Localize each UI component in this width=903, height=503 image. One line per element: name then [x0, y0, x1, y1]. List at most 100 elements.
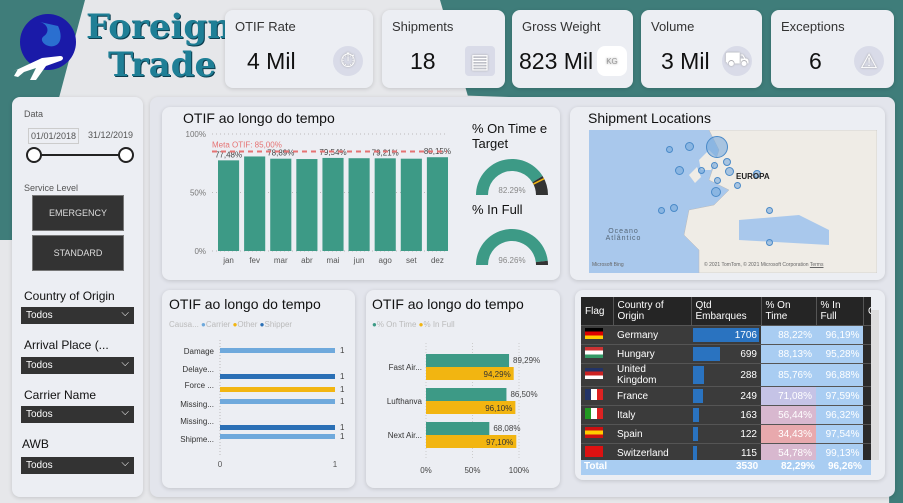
carrier-bar-chart: 0% 50% 100% Fast Air... 89,29%94,29% Lufthanv… [387, 343, 540, 475]
filter-panel: Data 01/01/2018 31/12/2019 Service Level… [12, 97, 143, 497]
extra-cell [863, 424, 871, 444]
x-tick-label: jun [353, 256, 365, 265]
qty-cell: 288 [691, 363, 761, 387]
flag-cell [581, 325, 613, 345]
table-row[interactable]: Germany 1706 88,22% 96,19% [581, 325, 871, 345]
location-bubble[interactable] [733, 181, 741, 189]
arrival-filter-label: Arrival Place (... [24, 338, 109, 352]
date-slider-end-handle[interactable] [118, 147, 134, 163]
on-time-cell: 56,44% [761, 405, 816, 425]
header-extra[interactable]: O [863, 297, 871, 326]
total-qty: 3530 [736, 461, 759, 472]
table-row[interactable]: Spain 122 34,43% 97,54% [581, 424, 871, 444]
location-bubble[interactable] [713, 176, 721, 184]
table-row[interactable]: Italy 163 56,44% 96,32% [581, 405, 871, 425]
header-qty[interactable]: Qtd Embarques [691, 297, 762, 326]
kpi-value: 4 Mil [247, 48, 296, 74]
location-bubble[interactable] [723, 158, 731, 166]
category-label: Missing... [180, 417, 214, 426]
country-cell: France [613, 386, 691, 406]
arrival-filter-dropdown[interactable]: Todos ⌵ [21, 357, 134, 374]
country-filter-dropdown[interactable]: Todos ⌵ [21, 307, 134, 324]
location-bubble[interactable] [765, 206, 773, 214]
carrier-filter-label: Carrier Name [24, 388, 97, 402]
data-label: 77,48% [215, 150, 242, 159]
location-bubble[interactable] [706, 136, 728, 158]
region-label: EUROPA [736, 172, 770, 181]
bar [426, 157, 448, 251]
service-emergency-button[interactable]: EMERGENCY [32, 195, 124, 231]
qty-cell: 249 [691, 386, 761, 406]
carrier-panel: OTIF ao longo do tempo ●% On Time ●% In … [366, 290, 560, 488]
x-tick-label: mai [327, 256, 340, 265]
table-scrollbar[interactable] [871, 310, 879, 460]
header-in-full[interactable]: % In Full [816, 297, 864, 326]
location-bubble[interactable] [657, 206, 665, 214]
location-bubble[interactable] [697, 166, 705, 174]
header-flag[interactable]: Flag [581, 297, 614, 326]
location-bubble[interactable] [765, 238, 773, 246]
date-end[interactable]: 31/12/2019 [86, 128, 135, 142]
awb-filter-dropdown[interactable]: Todos ⌵ [21, 457, 134, 474]
qty-value: 288 [740, 369, 757, 381]
location-bubble[interactable] [684, 141, 694, 151]
location-bubble[interactable] [665, 145, 673, 153]
header-country[interactable]: Country of Origin [613, 297, 692, 326]
country-table: Flag Country of Origin Qtd Embarques % O… [581, 297, 871, 475]
data-label: 1 [340, 423, 345, 432]
extra-cell [863, 386, 871, 406]
country-cell: Spain [613, 424, 691, 444]
data-label: 1 [340, 432, 345, 441]
flag-cell [581, 344, 613, 364]
chevron-down-icon: ⌵ [121, 458, 129, 469]
terms-link[interactable]: Terms [810, 262, 824, 268]
country-table-panel: Flag Country of Origin Qtd Embarques % O… [575, 290, 885, 480]
kpi-shipments: Shipments 18 ▤ [382, 10, 505, 88]
on-time-cell: 71,08% [761, 386, 816, 406]
location-bubble[interactable] [674, 165, 684, 175]
bing-logo: Microsoft Bing [592, 262, 624, 268]
qty-value: 249 [740, 390, 757, 402]
location-bubble[interactable] [670, 204, 678, 212]
category-label: Force ... [185, 381, 214, 390]
flag-icon [585, 328, 603, 339]
in-full-cell: 97,54% [816, 424, 864, 444]
kpi-value: 823 Mil [519, 48, 594, 74]
data-label: 96,10% [485, 404, 512, 413]
qty-cell: 699 [691, 344, 761, 364]
header-on-time[interactable]: % On Time [761, 297, 817, 326]
table-row[interactable]: France 249 71,08% 97,59% [581, 386, 871, 406]
extra-cell [863, 363, 871, 387]
location-bubble[interactable] [711, 187, 721, 197]
gauge-value-label: 82.29% [498, 186, 525, 195]
data-label: 1 [340, 397, 345, 406]
table-row[interactable]: United Kingdom 288 85,76% 96,88% [581, 363, 871, 387]
date-slider-start-handle[interactable] [26, 147, 42, 163]
date-start[interactable]: 01/01/2018 [28, 128, 80, 144]
location-bubble[interactable] [724, 166, 734, 176]
otif-over-time-panel: OTIF ao longo do tempo 0% 50% 100% jan 77,48… [162, 107, 560, 280]
chevron-down-icon: ⌵ [121, 308, 129, 319]
dropdown-value: Todos [26, 310, 53, 321]
qty-value: 699 [740, 348, 757, 360]
on-time-cell: 34,43% [761, 424, 816, 444]
location-bubble[interactable] [710, 161, 718, 169]
x-tick-label: mar [274, 256, 288, 265]
table-row[interactable]: Hungary 699 88,13% 95,28% [581, 344, 871, 364]
data-label: 86,50% [510, 390, 537, 399]
kpi-title: Exceptions [781, 19, 845, 34]
service-standard-button[interactable]: STANDARD [32, 235, 124, 271]
category-label: Shipme... [180, 435, 214, 444]
kpi-exceptions: Exceptions 6 ⚠ [771, 10, 894, 88]
on-time-cell: 88,13% [761, 344, 816, 364]
date-slider-track[interactable] [34, 154, 126, 156]
x-tick-label: 100% [509, 466, 529, 475]
bar-on-time [426, 422, 490, 435]
kpi-volume: Volume 3 Mil ⛟ [641, 10, 762, 88]
map[interactable]: EUROPA Oceano Atlântico Microsoft Bing ©… [589, 130, 877, 273]
x-tick-label: abr [301, 256, 313, 265]
causes-panel: OTIF ao longo do tempo Causa... ●Carrier… [162, 290, 355, 488]
y-tick-label: 100% [186, 130, 206, 139]
category-label: Missing... [180, 400, 214, 409]
carrier-filter-dropdown[interactable]: Todos ⌵ [21, 406, 134, 423]
